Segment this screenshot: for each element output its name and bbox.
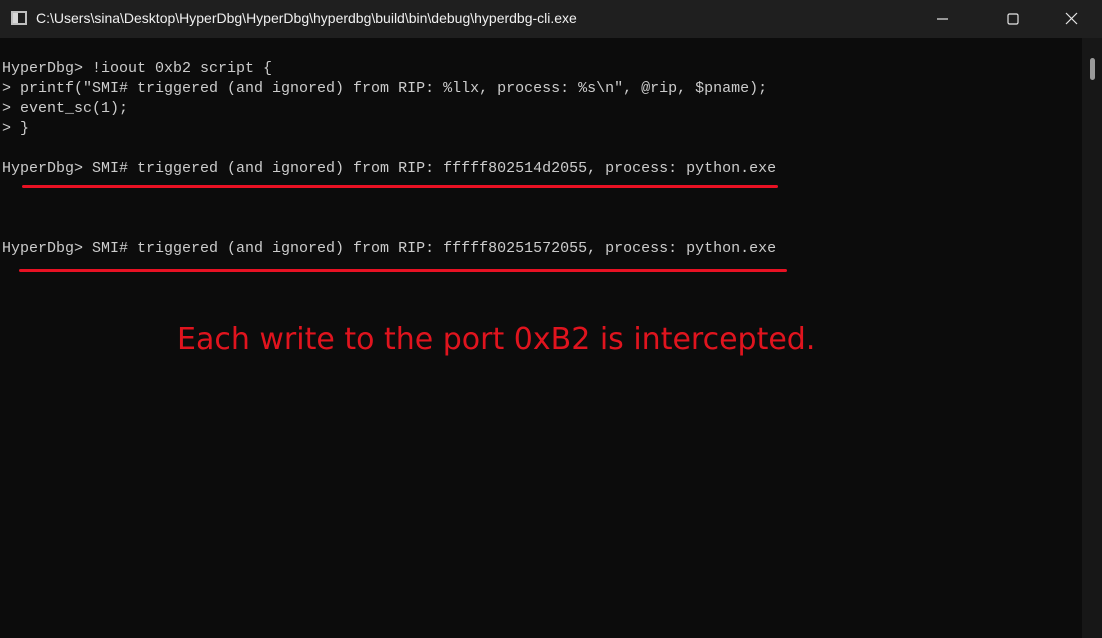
minimize-icon [937,18,948,20]
maximize-button[interactable] [990,0,1036,38]
annotation-text: Each write to the port 0xB2 is intercept… [177,322,816,357]
console-app-icon[interactable] [11,11,27,25]
title-bar[interactable]: C:\Users\sina\Desktop\HyperDbg\HyperDbg\… [0,0,1102,38]
window-title: C:\Users\sina\Desktop\HyperDbg\HyperDbg\… [36,10,577,26]
console-line-close-brace: > } [2,120,30,137]
minimize-button[interactable] [920,0,966,38]
scrollbar-thumb[interactable] [1090,58,1095,80]
console-line-smi-output-2: HyperDbg> SMI# triggered (and ignored) f… [2,240,777,257]
vertical-scrollbar[interactable] [1082,38,1102,638]
highlight-underline-1 [22,185,778,188]
console-line-event-sc: > event_sc(1); [2,100,129,117]
highlight-underline-2 [19,269,787,272]
console-line-smi-output-1: HyperDbg> SMI# triggered (and ignored) f… [2,160,777,177]
console-window: C:\Users\sina\Desktop\HyperDbg\HyperDbg\… [0,0,1102,638]
console-line-command: HyperDbg> !ioout 0xb2 script { [2,60,273,77]
maximize-icon [1007,13,1019,25]
console-line-printf: > printf("SMI# triggered (and ignored) f… [2,80,768,97]
close-button[interactable] [1048,0,1094,38]
close-icon [1065,12,1078,25]
